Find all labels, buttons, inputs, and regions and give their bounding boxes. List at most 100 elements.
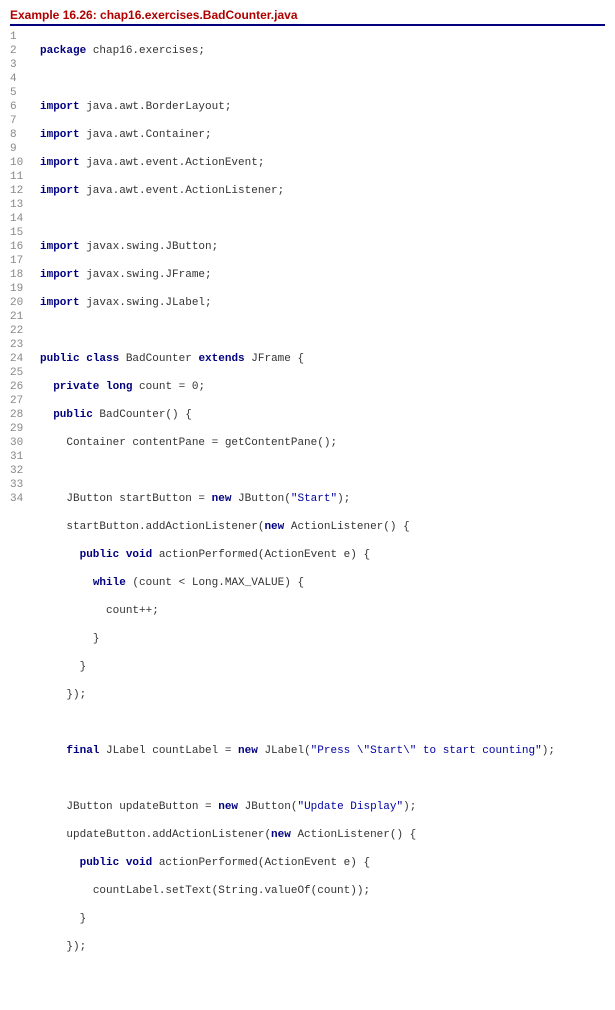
line-number: 5 [10,86,30,100]
code-line: }); [40,940,555,954]
line-number: 10 [10,156,30,170]
code-line: public void actionPerformed(ActionEvent … [40,548,555,562]
indent [40,493,66,505]
code-text: JButton updateButton = [66,801,218,813]
line-number: 4 [10,72,30,86]
code-line [40,772,555,786]
code-text: javax.swing.JButton; [80,241,219,253]
code-line [40,324,555,338]
code-text: ActionListener() { [291,829,416,841]
code-line: JButton updateButton = new JButton("Upda… [40,800,555,814]
line-number: 25 [10,366,30,380]
code-text: JButton( [238,801,297,813]
code-line: public class BadCounter extends JFrame { [40,352,555,366]
keyword: private [53,381,99,393]
code-text: BadCounter() { [93,409,192,421]
code-text: Container contentPane = getContentPane()… [66,437,337,449]
line-number: 27 [10,394,30,408]
line-number: 3 [10,58,30,72]
indent [40,381,53,393]
code-text: (count < Long.MAX_VALUE) { [126,577,304,589]
code-text: java.awt.event.ActionListener; [80,185,285,197]
code-line: import java.awt.event.ActionEvent; [40,156,555,170]
code-text: java.awt.Container; [80,129,212,141]
indent [40,605,106,617]
line-number: 29 [10,422,30,436]
code-text: JFrame { [245,353,304,365]
code-line: import java.awt.Container; [40,128,555,142]
code-line: }); [40,688,555,702]
code-text: java.awt.event.ActionEvent; [80,157,265,169]
line-number: 23 [10,338,30,352]
code-text: ); [542,745,555,757]
line-number: 16 [10,240,30,254]
code-line [40,212,555,226]
code-line [40,968,555,982]
keyword: new [238,745,258,757]
line-number: 28 [10,408,30,422]
line-number: 11 [10,170,30,184]
indent [40,913,80,925]
string-literal: "Update Display" [297,801,403,813]
keyword: import [40,297,80,309]
code-line: import javax.swing.JFrame; [40,268,555,282]
code-text: JLabel( [258,745,311,757]
indent [40,941,66,953]
keyword: public [40,353,80,365]
keyword: long [99,381,132,393]
code-text: JButton startButton = [66,493,211,505]
keyword: package [40,45,86,57]
code-text: updateButton.addActionListener( [66,829,271,841]
line-number: 32 [10,464,30,478]
code-line: public void actionPerformed(ActionEvent … [40,856,555,870]
code-text: javax.swing.JLabel; [80,297,212,309]
code-line: JButton startButton = new JButton("Start… [40,492,555,506]
line-number: 30 [10,436,30,450]
code-line: import java.awt.BorderLayout; [40,100,555,114]
keyword: new [264,521,284,533]
code-text: chap16.exercises; [86,45,205,57]
code-line [40,72,555,86]
indent [40,577,93,589]
code-text: countLabel.setText(String.valueOf(count)… [93,885,370,897]
keyword: import [40,157,80,169]
line-number: 14 [10,212,30,226]
code-line: count++; [40,604,555,618]
code-line: } [40,632,555,646]
code-text: }); [66,941,86,953]
keyword: extends [198,353,244,365]
indent [40,409,53,421]
line-number: 13 [10,198,30,212]
line-number-gutter: 1 2 3 4 5 6 7 8 9 10 11 12 13 14 15 16 1… [10,30,40,1010]
indent [40,661,80,673]
keyword: public [53,409,93,421]
line-number: 7 [10,114,30,128]
line-number: 20 [10,296,30,310]
string-literal: "Press \"Start\" to start counting" [311,745,542,757]
example-title: Example 16.26: chap16.exercises.BadCount… [10,8,605,24]
keyword: void [119,857,152,869]
line-number: 26 [10,380,30,394]
keyword: import [40,269,80,281]
code-text: startButton.addActionListener( [66,521,264,533]
line-number: 12 [10,184,30,198]
code-text: ); [337,493,350,505]
code-listing: 1 2 3 4 5 6 7 8 9 10 11 12 13 14 15 16 1… [10,30,605,1010]
line-number: 24 [10,352,30,366]
keyword: new [212,493,232,505]
code-line: startButton.addActionListener(new Action… [40,520,555,534]
code-body: package chap16.exercises; import java.aw… [40,30,555,1010]
code-line: private long count = 0; [40,380,555,394]
code-text: } [80,661,87,673]
code-text: ); [403,801,416,813]
code-line: final JLabel countLabel = new JLabel("Pr… [40,744,555,758]
line-number: 15 [10,226,30,240]
title-divider [10,24,605,26]
keyword: final [66,745,99,757]
line-number: 2 [10,44,30,58]
code-text: javax.swing.JFrame; [80,269,212,281]
keyword: import [40,241,80,253]
keyword: public [80,549,120,561]
code-text: JButton( [231,493,290,505]
indent [40,521,66,533]
